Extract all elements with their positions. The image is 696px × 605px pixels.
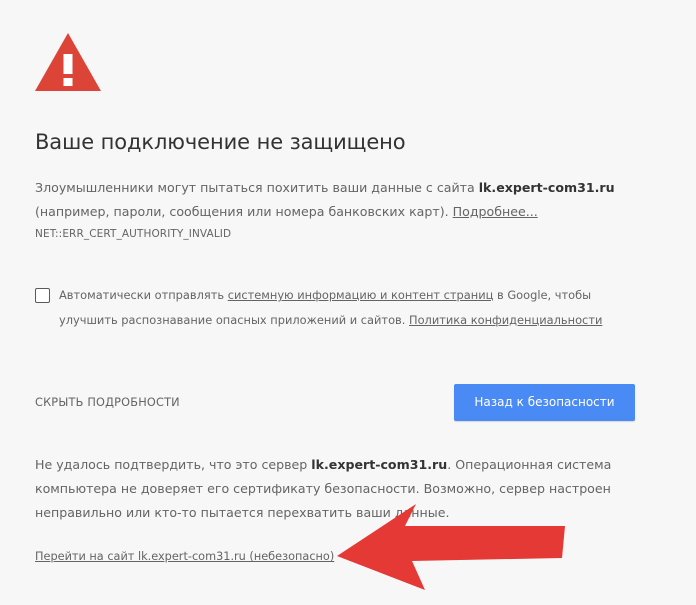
- privacy-policy-link[interactable]: Политика конфиденциальности: [409, 313, 602, 327]
- details-text: Не удалось подтвердить, что это сервер l…: [35, 453, 640, 525]
- page-title: Ваше подключение не защищено: [35, 130, 406, 154]
- back-to-safety-button[interactable]: Назад к безопасности: [454, 384, 635, 421]
- proceed-unsafe-link[interactable]: Перейти на сайт lk.expert-com31.ru (небе…: [35, 550, 334, 563]
- error-code: NET::ERR_CERT_AUTHORITY_INVALID: [35, 228, 232, 240]
- site-domain: lk.expert-com31.ru: [478, 180, 615, 195]
- report-checkbox-label: Автоматически отправлять системную инфор…: [59, 283, 619, 333]
- description-suffix: (например, пароли, сообщения или номера …: [35, 204, 453, 219]
- description-prefix: Злоумышленники могут пытаться похитить в…: [35, 180, 479, 195]
- details-prefix: Не удалось подтвердить, что это сервер: [35, 457, 312, 472]
- learn-more-link[interactable]: Подробнее...: [453, 204, 538, 219]
- hide-details-button[interactable]: СКРЫТЬ ПОДРОБНОСТИ: [35, 396, 180, 409]
- details-domain: lk.expert-com31.ru: [311, 457, 448, 472]
- warning-triangle-icon: [34, 32, 102, 92]
- system-info-link[interactable]: системную информацию и контент страниц: [228, 288, 494, 302]
- checkbox-text-before: Автоматически отправлять: [59, 288, 228, 302]
- error-description: Злоумышленники могут пытаться похитить в…: [35, 176, 635, 224]
- report-checkbox[interactable]: [35, 288, 50, 303]
